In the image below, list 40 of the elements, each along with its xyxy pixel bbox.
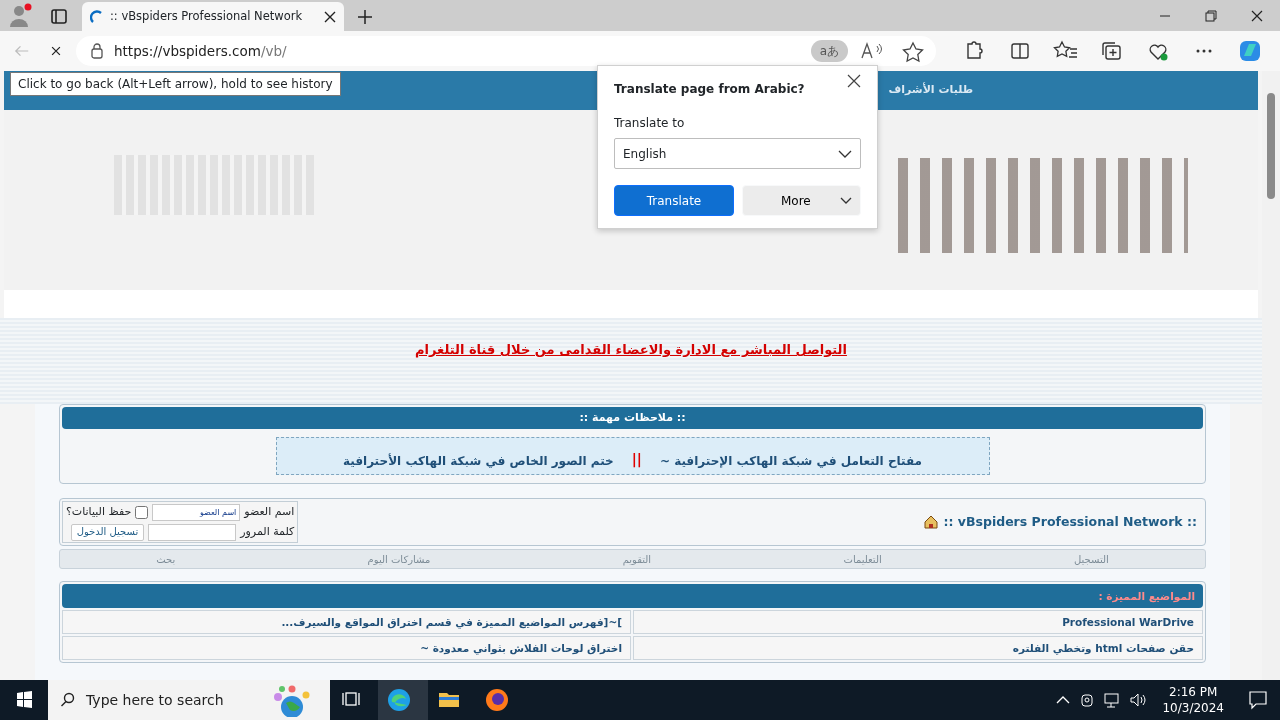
chevron-down-icon xyxy=(838,148,852,159)
panel-header: المواضيع المميزة : xyxy=(62,584,1203,608)
browser-tab[interactable]: :: vBspiders Professional Network xyxy=(82,2,344,31)
topic-link[interactable]: Professional WarDrive xyxy=(633,610,1203,634)
close-icon[interactable] xyxy=(847,74,861,88)
separator-text: || xyxy=(631,450,642,470)
translate-button[interactable]: aあ xyxy=(810,40,848,62)
translate-to-label: Translate to xyxy=(614,115,686,132)
more-button[interactable]: More xyxy=(742,185,861,216)
search-icon xyxy=(60,692,76,708)
url-field[interactable]: https://vbspiders.com/vb/ xyxy=(114,40,801,62)
home-icon[interactable] xyxy=(923,514,940,530)
note-link[interactable]: ختم الصور الخاص في شبكة الهاكب الأحترافية xyxy=(343,452,614,470)
nav-link[interactable]: طلبات الأشراف xyxy=(888,74,973,107)
site-title: :: vBspiders Professional Network :: xyxy=(943,512,1197,531)
clock[interactable]: 2:16 PM 10/3/2024 xyxy=(1154,684,1232,716)
lock-icon xyxy=(90,43,104,59)
password-field[interactable] xyxy=(148,523,237,541)
language-dropdown[interactable]: English xyxy=(614,138,861,169)
topic-link[interactable]: حقن صفحات html وتخطي الفلتره xyxy=(633,636,1203,660)
note-link[interactable]: مفتاح التعامل في شبكة الهاكب الإحترافية ~ xyxy=(659,452,922,470)
telegram-link[interactable]: التواصل المباشر مع الادارة والاعضاء القدامى من خلال قناة التلغرام xyxy=(415,340,847,360)
tab-title: :: vBspiders Professional Network xyxy=(110,7,304,25)
password-label: كلمة المرور xyxy=(240,523,295,540)
scrollbar[interactable] xyxy=(1262,71,1280,680)
chevron-down-icon xyxy=(840,196,852,205)
taskbar-search-field[interactable]: Type here to search xyxy=(48,680,330,720)
panel-header: :: ملاحظات مهمة :: xyxy=(62,407,1203,429)
remember-checkbox[interactable] xyxy=(135,505,149,519)
topic-link[interactable]: ]~[فهرس المواضيع المميزة في قسم اختراق المواقع والسيرف... xyxy=(62,610,631,634)
loading-icon xyxy=(90,9,104,24)
username-label: اسم العضو xyxy=(244,503,295,520)
remember-label: حفظ البيانات؟ xyxy=(66,503,132,520)
username-field[interactable]: اسم العضو xyxy=(152,503,241,521)
translate-button[interactable]: Translate xyxy=(614,185,734,216)
popup-title: Translate page from Arabic? xyxy=(614,81,805,98)
back-tooltip: Click to go back (Alt+Left arrow), hold to see history xyxy=(10,72,341,96)
login-button[interactable]: تسجيل الدخول xyxy=(70,523,145,541)
topic-link[interactable]: اختراق لوحات الفلاش بثواني معدودة ~ xyxy=(62,636,631,660)
close-icon[interactable] xyxy=(324,10,336,23)
